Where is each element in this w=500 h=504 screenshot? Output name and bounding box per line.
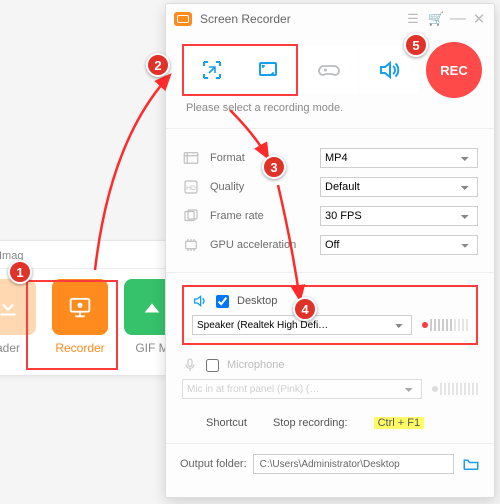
framerate-label: Frame rate bbox=[210, 210, 310, 222]
open-folder-button[interactable] bbox=[460, 455, 482, 473]
gpu-select[interactable]: Off bbox=[320, 235, 478, 255]
callout-5: 5 bbox=[404, 33, 428, 57]
desktop-level-meter bbox=[422, 319, 468, 331]
quality-label: Quality bbox=[210, 181, 310, 193]
callout-3: 3 bbox=[262, 155, 286, 179]
framerate-icon bbox=[182, 207, 200, 225]
shortcut-label: Shortcut bbox=[206, 417, 247, 429]
callout-box-1 bbox=[26, 280, 118, 370]
output-row: Output folder: C:\Users\Administrator\De… bbox=[166, 448, 494, 484]
format-select[interactable]: MP4 bbox=[320, 148, 478, 168]
mic-audio-label: Microphone bbox=[227, 359, 284, 371]
desktop-audio-checkbox[interactable] bbox=[216, 295, 229, 308]
format-label: Format bbox=[210, 152, 310, 164]
window-title: Screen Recorder bbox=[200, 12, 291, 26]
callout-box-2 bbox=[182, 44, 298, 96]
mic-level-meter bbox=[432, 383, 478, 395]
output-path-field[interactable]: C:\Users\Administrator\Desktop bbox=[253, 454, 454, 474]
output-label: Output folder: bbox=[180, 458, 247, 470]
record-button[interactable]: REC bbox=[426, 42, 482, 98]
svg-text:HD: HD bbox=[186, 185, 196, 192]
quality-select[interactable]: Default bbox=[320, 177, 478, 197]
gpu-icon bbox=[182, 236, 200, 254]
cart-icon[interactable]: 🛒 bbox=[428, 11, 442, 27]
app-icon bbox=[174, 12, 192, 26]
mic-device-select[interactable]: Mic in at front panel (Pink) (… bbox=[182, 379, 422, 399]
mode-game[interactable] bbox=[299, 46, 359, 94]
mode-hint: Please select a recording mode. bbox=[166, 102, 494, 124]
mic-audio-checkbox[interactable] bbox=[206, 359, 219, 372]
mode-fullscreen[interactable] bbox=[240, 46, 296, 94]
stop-recording-key: Ctrl + F1 bbox=[374, 417, 424, 429]
microphone-icon bbox=[182, 357, 198, 373]
close-button[interactable]: ✕ bbox=[472, 10, 486, 28]
mode-toolbar: REC bbox=[166, 34, 494, 102]
quality-icon: HD bbox=[182, 178, 200, 196]
audio-desktop: Desktop Speaker (Realtek High Defi… bbox=[166, 277, 494, 349]
audio-microphone: Microphone Mic in at front panel (Pink) … bbox=[166, 349, 494, 403]
desktop-audio-label: Desktop bbox=[237, 295, 277, 307]
mode-region[interactable] bbox=[184, 46, 240, 94]
shortcut-row: Shortcut Stop recording: Ctrl + F1 bbox=[166, 403, 494, 439]
callout-4: 4 bbox=[293, 297, 317, 321]
stop-recording-label: Stop recording: bbox=[273, 417, 348, 429]
callout-1: 1 bbox=[8, 260, 32, 284]
speaker-icon bbox=[192, 293, 208, 309]
settings-rows: Format MP4 HD Quality Default Frame rate… bbox=[166, 133, 494, 268]
gpu-label: GPU acceleration bbox=[210, 239, 310, 251]
callout-2: 2 bbox=[146, 53, 170, 77]
format-icon bbox=[182, 149, 200, 167]
callout-box-4: Desktop Speaker (Realtek High Defi… bbox=[182, 285, 478, 345]
settings-icon[interactable]: ☰ bbox=[406, 11, 420, 27]
title-bar: Screen Recorder ☰ 🛒 — ✕ bbox=[166, 4, 494, 34]
screen-recorder-window: Screen Recorder ☰ 🛒 — ✕ REC Please selec… bbox=[165, 3, 495, 498]
framerate-select[interactable]: 30 FPS bbox=[320, 206, 478, 226]
minimize-button[interactable]: — bbox=[450, 10, 464, 28]
